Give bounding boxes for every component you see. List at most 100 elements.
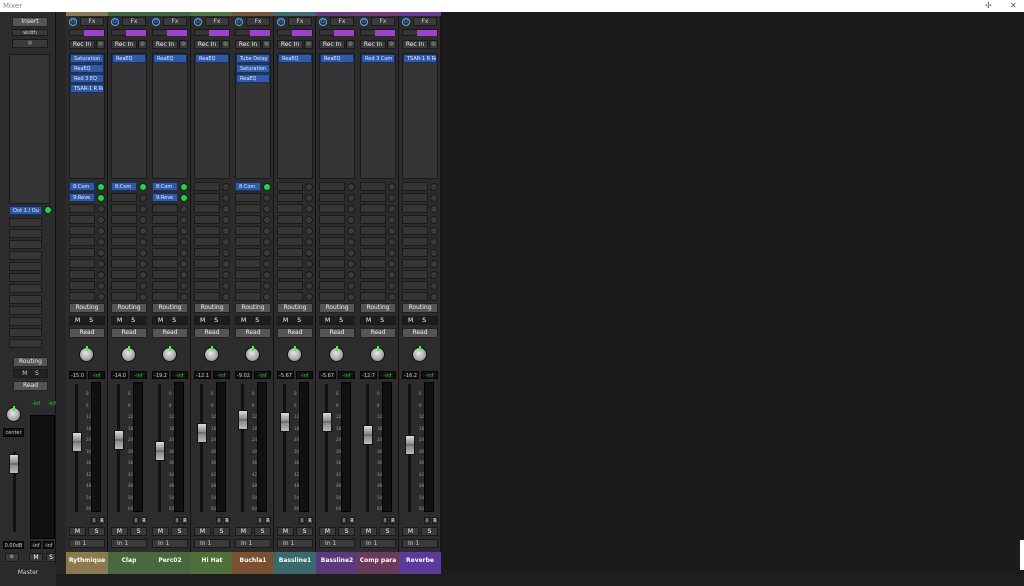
send-slot-empty[interactable] — [360, 281, 386, 290]
send-slot-empty[interactable] — [152, 226, 178, 235]
send-slot[interactable]: 8:Com — [152, 182, 178, 191]
send-slot-empty[interactable] — [235, 204, 261, 213]
send-slot-empty[interactable] — [235, 237, 261, 246]
send-slot-empty[interactable] — [277, 259, 303, 268]
master-options-button[interactable]: ⚙ — [5, 553, 19, 562]
send-enable-icon[interactable] — [430, 238, 438, 246]
input-monitor-button[interactable]: I — [424, 517, 430, 524]
send-slot-empty[interactable] — [360, 270, 386, 279]
track-name[interactable]: Reverbe — [399, 552, 441, 574]
fx-slot[interactable]: ReaEQ — [195, 54, 229, 63]
send-slot-empty[interactable] — [194, 215, 220, 224]
pan-knob[interactable] — [162, 346, 177, 362]
send-enable-icon[interactable] — [305, 194, 313, 202]
fx-button[interactable]: Fx — [163, 17, 187, 26]
send-enable-icon[interactable] — [305, 238, 313, 246]
fx-list[interactable] — [194, 53, 230, 179]
mute-button-bottom[interactable]: M — [402, 527, 419, 536]
mute-button[interactable]: M — [75, 317, 80, 324]
power-icon[interactable]: ⏻ — [277, 18, 285, 26]
master-mute-button[interactable]: M — [22, 370, 27, 377]
send-enable-icon[interactable] — [263, 238, 271, 246]
input-select-button[interactable]: In 1 — [152, 539, 188, 548]
send-slot-empty[interactable] — [235, 248, 261, 257]
send-slot-empty[interactable] — [360, 259, 386, 268]
fader-track[interactable] — [200, 384, 203, 512]
send-slot-empty[interactable] — [194, 226, 220, 235]
fx-slot[interactable]: TSAR-1 R Re — [70, 84, 104, 93]
volume-fader[interactable] — [155, 441, 165, 461]
phase-button[interactable]: ◎ — [96, 40, 105, 49]
mute-button-bottom[interactable]: M — [152, 527, 169, 536]
automation-button[interactable]: Read — [402, 328, 438, 338]
pan-knob[interactable] — [287, 346, 302, 362]
send-enable-icon[interactable] — [139, 271, 147, 279]
send-slot-empty[interactable] — [360, 292, 386, 301]
volume-fader[interactable] — [405, 435, 415, 455]
send-enable-icon[interactable] — [180, 293, 188, 301]
fx-button[interactable]: Fx — [330, 17, 354, 26]
send-slot-empty[interactable] — [319, 226, 345, 235]
phase-button[interactable]: ◎ — [262, 40, 271, 49]
send-slot[interactable]: 8:Com — [235, 182, 261, 191]
send-slot-empty[interactable] — [194, 292, 220, 301]
send-enable-icon[interactable] — [180, 227, 188, 235]
send-enable-icon[interactable] — [180, 194, 188, 202]
send-slot-empty[interactable] — [402, 182, 428, 191]
send-enable-icon[interactable] — [305, 260, 313, 268]
send-slot-empty[interactable] — [152, 259, 178, 268]
send-enable-icon[interactable] — [388, 249, 396, 257]
pan-knob[interactable] — [121, 346, 136, 362]
send-enable-icon[interactable] — [305, 249, 313, 257]
send-enable-icon[interactable] — [347, 238, 355, 246]
solo-button[interactable]: S — [255, 317, 259, 324]
input-monitor-button[interactable]: I — [133, 517, 139, 524]
send-enable-icon[interactable] — [139, 282, 147, 290]
volume-fader[interactable] — [114, 430, 124, 450]
master-send-slot[interactable] — [9, 328, 42, 337]
send-slot-empty[interactable] — [319, 193, 345, 202]
send-slot-empty[interactable] — [235, 281, 261, 290]
send-slot-empty[interactable] — [194, 237, 220, 246]
fader-track[interactable] — [283, 384, 286, 512]
send-slot-empty[interactable] — [319, 237, 345, 246]
solo-button-bottom[interactable]: S — [88, 527, 105, 536]
automation-button[interactable]: Read — [111, 328, 147, 338]
send-enable-icon[interactable] — [180, 260, 188, 268]
send-slot-empty[interactable] — [360, 215, 386, 224]
send-slot-empty[interactable] — [111, 270, 137, 279]
pin-icon[interactable]: ✢ — [985, 0, 992, 12]
automation-button[interactable]: Read — [69, 328, 105, 338]
input-select-button[interactable]: In 1 — [277, 539, 313, 548]
send-slot-empty[interactable] — [277, 193, 303, 202]
pan-knob[interactable] — [79, 346, 94, 362]
send-slot-empty[interactable] — [277, 215, 303, 224]
fx-list[interactable] — [360, 53, 396, 179]
rec-in-button[interactable]: Rec In — [402, 40, 428, 49]
send-enable-icon[interactable] — [97, 282, 105, 290]
send-slot-empty[interactable] — [360, 237, 386, 246]
send-slot-empty[interactable] — [319, 270, 345, 279]
send-enable-icon[interactable] — [305, 271, 313, 279]
record-arm-button[interactable]: R — [432, 517, 438, 524]
send-enable-icon[interactable] — [180, 282, 188, 290]
send-enable-icon[interactable] — [180, 183, 188, 191]
input-monitor-button[interactable]: I — [299, 517, 305, 524]
send-slot-empty[interactable] — [152, 248, 178, 257]
phase-button[interactable]: ◎ — [346, 40, 355, 49]
routing-button[interactable]: Routing — [194, 303, 230, 313]
send-enable-icon[interactable] — [347, 227, 355, 235]
send-slot-empty[interactable] — [402, 292, 428, 301]
input-monitor-button[interactable]: I — [382, 517, 388, 524]
send-slot-empty[interactable] — [277, 226, 303, 235]
fx-button[interactable]: Fx — [288, 17, 312, 26]
send-slot-empty[interactable] — [402, 193, 428, 202]
send-slot-empty[interactable] — [194, 248, 220, 257]
send-slot[interactable]: 9:Reve — [152, 193, 178, 202]
send-slot-empty[interactable] — [69, 248, 95, 257]
fx-list[interactable] — [402, 53, 438, 179]
pan-knob[interactable] — [412, 346, 427, 362]
master-solo-button-bottom[interactable]: S — [46, 553, 56, 562]
master-mute-button-bottom[interactable]: M — [29, 553, 43, 562]
master-send-slot[interactable] — [9, 240, 42, 249]
